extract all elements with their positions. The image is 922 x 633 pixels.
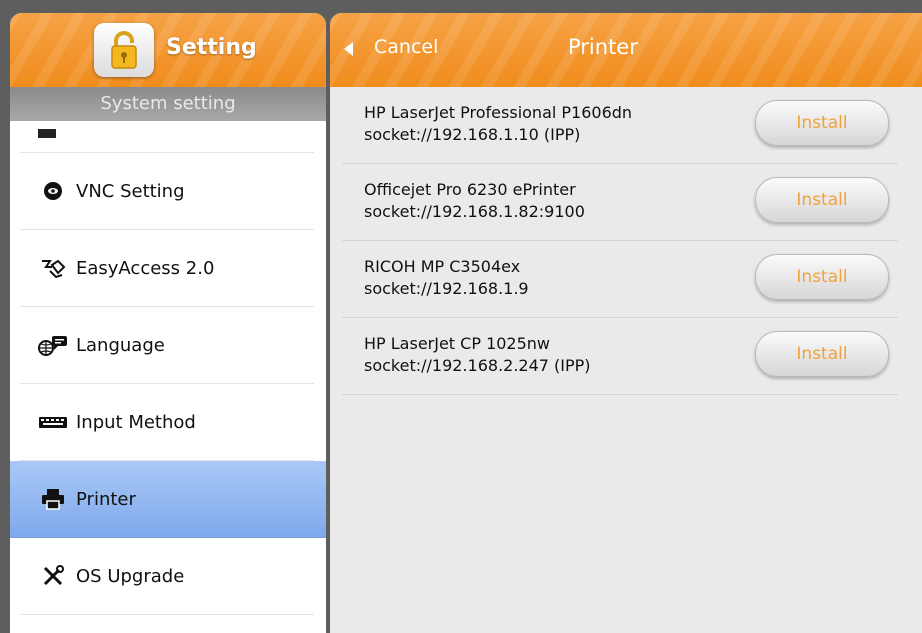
sidebar-menu: VNC Setting EasyAccess 2.0 Language Inpu… [10, 153, 326, 615]
install-button[interactable]: Install [755, 177, 889, 223]
globe-chat-icon [38, 332, 68, 358]
list-item: HP LaserJet Professional P1606dn socket:… [342, 87, 898, 164]
printer-name: HP LaserJet CP 1025nw [364, 334, 551, 353]
cancel-button[interactable]: Cancel [374, 36, 438, 58]
printer-uri: socket://192.168.1.9 [364, 279, 529, 298]
screen-frame: Setting System setting VNC Setting EasyA… [0, 0, 922, 633]
printer-uri: socket://192.168.2.247 (IPP) [364, 356, 591, 375]
easyaccess-icon [38, 255, 68, 281]
eye-icon [38, 178, 68, 204]
sidebar-item-partial[interactable] [10, 121, 326, 153]
install-button[interactable]: Install [755, 100, 889, 146]
printer-name: RICOH MP C3504ex [364, 257, 521, 276]
printer-name: Officejet Pro 6230 ePrinter [364, 180, 576, 199]
sidebar-item-label: Input Method [76, 411, 196, 433]
install-button[interactable]: Install [755, 254, 889, 300]
sidebar-item-input-method[interactable]: Input Method [20, 384, 314, 461]
printer-panel: Cancel Printer HP LaserJet Professional … [330, 13, 922, 633]
sidebar-header: Setting [10, 13, 326, 87]
settings-home-button[interactable] [94, 23, 154, 77]
list-item: HP LaserJet CP 1025nw socket://192.168.2… [342, 318, 898, 395]
lock-icon [111, 31, 137, 69]
list-item: Officejet Pro 6230 ePrinter socket://192… [342, 164, 898, 241]
sidebar-item-language[interactable]: Language [20, 307, 314, 384]
printer-header: Cancel Printer [330, 13, 922, 87]
install-button[interactable]: Install [755, 331, 889, 377]
sidebar-item-label: OS Upgrade [76, 565, 185, 587]
sidebar-item-label: EasyAccess 2.0 [76, 257, 215, 279]
printer-name: HP LaserJet Professional P1606dn [364, 103, 633, 122]
page-title: Printer [568, 35, 638, 59]
keyboard-icon [38, 409, 68, 435]
printer-list: HP LaserJet Professional P1606dn socket:… [342, 87, 898, 395]
printer-icon [38, 486, 68, 512]
sidebar-item-printer[interactable]: Printer [10, 461, 326, 538]
settings-sidebar: Setting System setting VNC Setting EasyA… [10, 13, 326, 633]
back-arrow-icon[interactable] [344, 42, 353, 56]
sidebar-item-label: VNC Setting [76, 180, 185, 202]
sidebar-item-label: Printer [76, 488, 136, 510]
sidebar-item-label: Language [76, 334, 165, 356]
printer-uri: socket://192.168.1.10 (IPP) [364, 125, 581, 144]
printer-uri: socket://192.168.1.82:9100 [364, 202, 585, 221]
list-item: RICOH MP C3504ex socket://192.168.1.9 In… [342, 241, 898, 318]
sidebar-item-vnc-setting[interactable]: VNC Setting [20, 153, 314, 230]
sidebar-subheader: System setting [10, 87, 326, 121]
tools-icon [38, 563, 68, 589]
partial-item-icon [38, 129, 56, 138]
sidebar-item-easyaccess[interactable]: EasyAccess 2.0 [20, 230, 314, 307]
sidebar-item-os-upgrade[interactable]: OS Upgrade [20, 538, 314, 615]
sidebar-title: Setting [166, 35, 257, 60]
